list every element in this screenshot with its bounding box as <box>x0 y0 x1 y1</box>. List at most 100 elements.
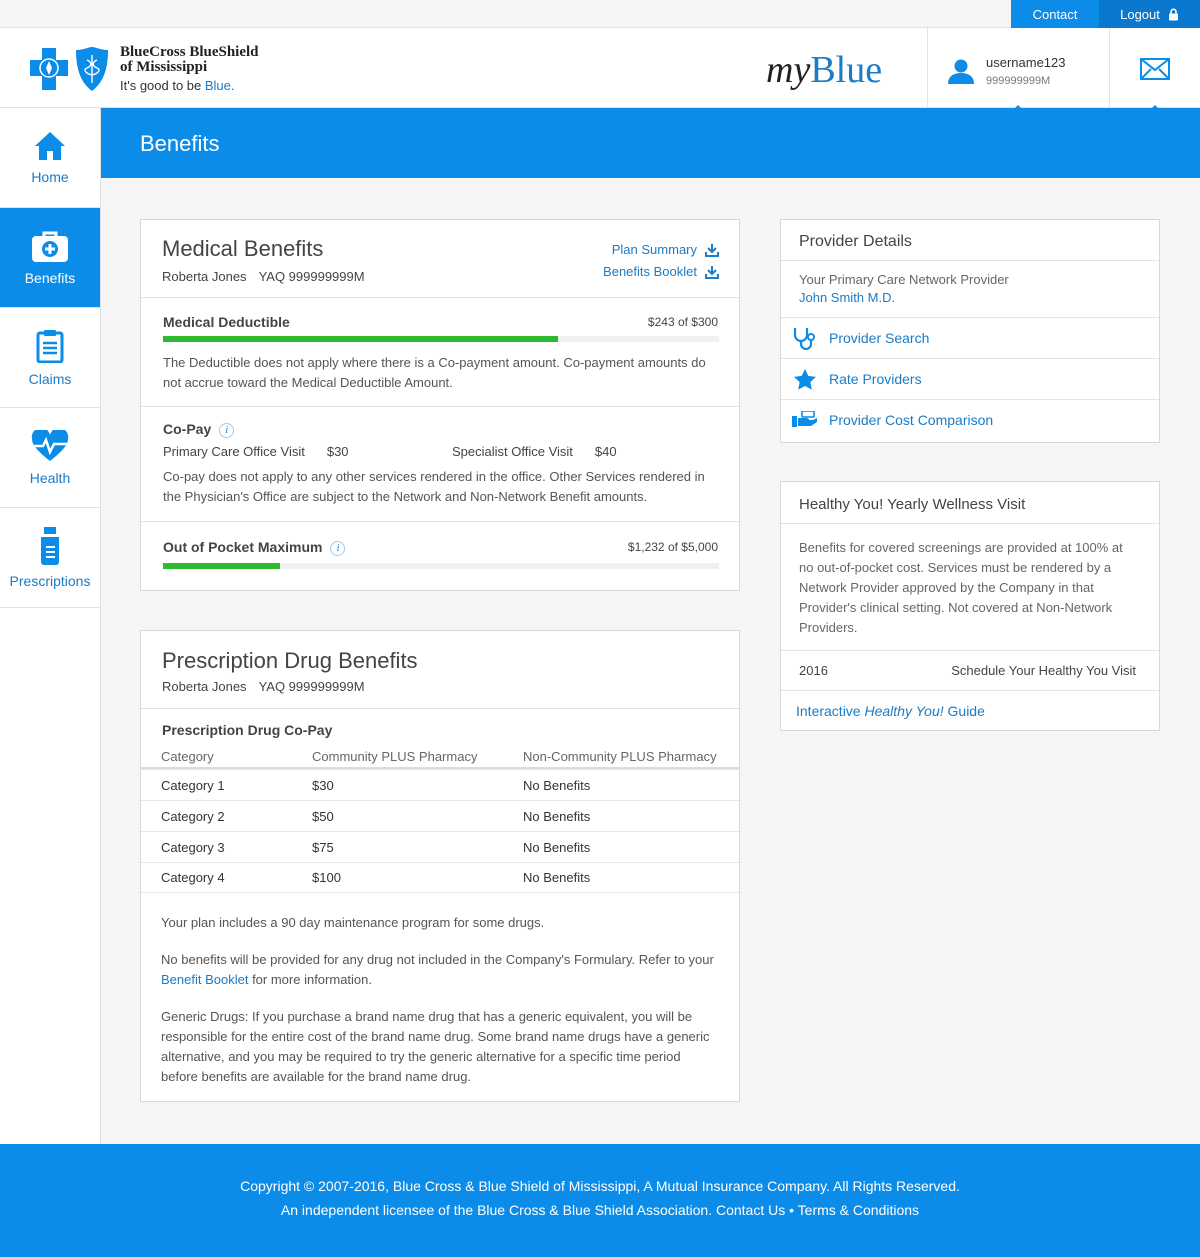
benefit-booklet-link[interactable]: Benefit Booklet <box>161 972 248 987</box>
table-cell: $30 <box>312 777 334 793</box>
table-row: Category 4 $100 No Benefits <box>141 862 739 893</box>
site-footer: Copyright © 2007-2016, Blue Cross & Blue… <box>0 1144 1200 1257</box>
oop-progress-fill <box>163 563 280 569</box>
terms-link[interactable]: Terms & Conditions <box>798 1202 919 1218</box>
bcbs-logo[interactable]: BlueCross BlueShield of Mississippi It's… <box>28 45 259 93</box>
column-header: Community PLUS Pharmacy <box>312 748 478 764</box>
mail-icon[interactable] <box>1140 58 1170 80</box>
mail-caret <box>1148 105 1162 112</box>
copyright-text: Copyright © 2007-2016, Blue Cross & Blue… <box>240 1178 960 1194</box>
deductible-label: Medical Deductible <box>163 314 290 330</box>
rate-providers-link[interactable]: Rate Providers <box>781 358 1159 399</box>
rx-title: Prescription Drug Benefits <box>162 648 418 673</box>
rx-table-title: Prescription Drug Co-Pay <box>162 722 333 738</box>
table-row: Category 1 $30 No Benefits <box>141 769 739 800</box>
sidebar-item-label: Prescriptions <box>9 572 91 589</box>
info-icon[interactable]: i <box>330 540 346 556</box>
footer-contact-link[interactable]: Contact Us <box>716 1202 785 1218</box>
medical-benefits-card: Medical Benefits Roberta Jones YAQ 999999… <box>140 219 740 591</box>
sidebar-item-benefits[interactable]: Benefits <box>0 208 100 308</box>
blue-shield-icon <box>76 47 108 91</box>
info-icon[interactable]: i <box>219 422 235 438</box>
provider-cost-comparison-link[interactable]: Provider Cost Comparison <box>781 399 1159 440</box>
wellness-card: Healthy You! Yearly Wellness Visit Benef… <box>780 481 1160 731</box>
rx-copay-table: Category Community PLUS Pharmacy Non-Com… <box>141 745 739 893</box>
copay-specialist: Specialist Office Visit $40 <box>452 444 617 459</box>
provider-details-card: Provider Details Your Primary Care Netwo… <box>780 219 1160 443</box>
table-row: Category 2 $50 No Benefits <box>141 800 739 831</box>
provider-link-label: Provider Cost Comparison <box>829 412 994 428</box>
wellness-body: Benefits for covered screenings are prov… <box>799 540 1123 635</box>
logout-label: Logout <box>1120 6 1160 22</box>
sidebar-item-claims[interactable]: Claims <box>0 308 100 408</box>
wellness-year: 2016 <box>799 663 828 678</box>
copay-pcp: Primary Care Office Visit $30 <box>163 444 349 459</box>
table-cell: Category 1 <box>161 777 225 793</box>
medical-benefits-title: Medical Benefits <box>162 236 324 261</box>
star-icon <box>794 368 816 390</box>
table-cell: $75 <box>312 839 334 855</box>
deductible-note: The Deductible does not apply where ther… <box>163 355 706 390</box>
oop-progress <box>163 563 719 569</box>
clipboard-icon <box>36 329 64 363</box>
member-info: Roberta Jones YAQ 999999999M <box>162 269 365 284</box>
user-icon <box>948 59 974 84</box>
sidebar-item-label: Claims <box>28 370 72 387</box>
rx-member-info: Roberta Jones YAQ 999999999M <box>162 679 365 694</box>
medical-bag-icon <box>32 231 68 262</box>
myblue-brand: myBlue <box>766 49 883 91</box>
oop-heading: Out of Pocket Maximum i <box>163 539 346 556</box>
provider-details-title: Provider Details <box>799 233 912 250</box>
benefits-booklet-link[interactable]: Benefits Booklet <box>603 264 719 279</box>
site-header: BlueCross BlueShield of Mississippi It's… <box>0 28 1200 108</box>
sidebar-item-label: Home <box>31 168 69 185</box>
footer-license-line: An independent licensee of the Blue Cros… <box>280 1202 920 1218</box>
table-header: Category Community PLUS Pharmacy Non-Com… <box>141 745 739 769</box>
plan-summary-link[interactable]: Plan Summary <box>612 242 719 257</box>
heart-pulse-icon <box>31 429 70 461</box>
sidebar-item-health[interactable]: Health <box>0 408 100 508</box>
rx-note-maintenance: Your plan includes a 90 day maintenance … <box>161 915 545 930</box>
logo-tagline: It's good to be Blue. <box>120 78 235 93</box>
deductible-progress-fill <box>163 336 558 342</box>
sidebar-item-label: Health <box>29 469 71 486</box>
home-icon <box>35 131 65 160</box>
hand-money-icon <box>792 411 817 427</box>
contact-link[interactable]: Contact <box>1011 0 1099 28</box>
column-header: Non-Community PLUS Pharmacy <box>523 748 717 764</box>
sidebar-item-label: Benefits <box>24 269 76 286</box>
user-account-menu[interactable]: username123 999999999M <box>927 28 1110 108</box>
sidebar-item-prescriptions[interactable]: Prescriptions <box>0 508 100 608</box>
page-title: Benefits <box>140 131 220 156</box>
table-row: Category 3 $75 No Benefits <box>141 831 739 862</box>
deductible-value: $243 of $300 <box>647 315 718 329</box>
column-header: Category <box>161 748 214 764</box>
table-cell: No Benefits <box>523 870 591 885</box>
logout-button[interactable]: Logout <box>1099 0 1200 28</box>
provider-link-label: Rate Providers <box>829 371 922 387</box>
logo-line-1: BlueCross BlueShield <box>120 44 259 60</box>
copay-note: Co-pay does not apply to any other servi… <box>163 469 705 504</box>
sidebar-item-home[interactable]: Home <box>0 108 100 208</box>
download-icon <box>705 243 719 257</box>
healthy-you-guide-link[interactable]: Interactive Healthy You! Guide <box>796 703 985 719</box>
table-cell: No Benefits <box>523 808 591 824</box>
username: username123 <box>986 55 1066 70</box>
provider-link-label: Provider Search <box>829 330 930 346</box>
logo-line-2: of Mississippi <box>120 59 208 75</box>
pcp-name-link[interactable]: John Smith M.D. <box>799 290 895 305</box>
provider-search-link[interactable]: Provider Search <box>781 317 1159 358</box>
page-title-banner: Benefits <box>101 108 1200 178</box>
pill-bottle-icon <box>41 526 59 565</box>
user-menu-caret <box>1011 105 1025 112</box>
lock-icon <box>1168 8 1178 20</box>
table-cell: No Benefits <box>523 839 591 855</box>
download-icon <box>705 265 719 279</box>
oop-value: $1,232 of $5,000 <box>627 540 718 554</box>
schedule-visit-link[interactable]: Schedule Your Healthy You Visit <box>951 663 1136 678</box>
stethoscope-icon <box>793 328 815 350</box>
member-id: 999999999M <box>986 75 1051 87</box>
rx-note-generic: Generic Drugs: If you purchase a brand n… <box>161 1009 710 1084</box>
rx-note-formulary: No benefits will be provided for any dru… <box>161 952 714 987</box>
blue-cross-icon <box>30 48 68 90</box>
